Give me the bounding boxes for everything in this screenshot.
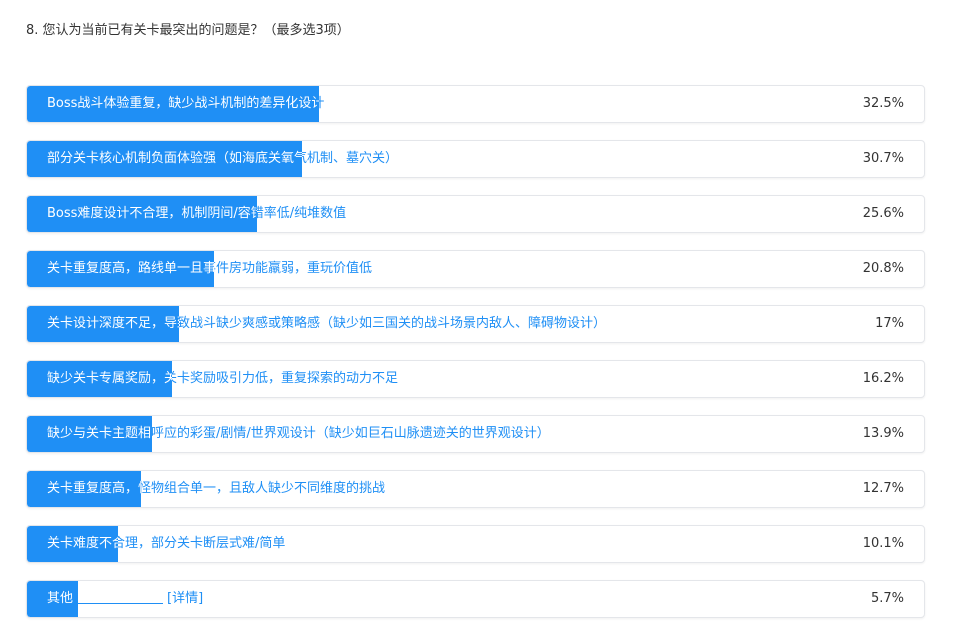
detail-link[interactable]: [详情] [167, 591, 203, 606]
question-title: 8. 您认为当前已有关卡最突出的问题是？（最多选3项） [26, 23, 350, 38]
option-label-overlay: 缺少关卡专属奖励，关卡奖励吸引力低，重复探索的动力不足 [47, 371, 172, 386]
result-row: 关卡难度不合理，部分关卡断层式难/简单关卡难度不合理，部分关卡断层式难/简单10… [26, 525, 925, 563]
option-label-overlay: 关卡重复度高，怪物组合单一，且敌人缺少不同维度的挑战 [47, 481, 141, 496]
percent-value: 5.7% [870, 591, 904, 606]
percent-value: 10.1% [862, 536, 904, 551]
result-row: Boss难度设计不合理，机制阴间/容错率低/纯堆数值 Boss难度设计不合理，机制… [26, 195, 925, 233]
other-text-blank [73, 589, 164, 604]
options-list: Boss战斗体验重复，缺少战斗机制的差异化设计 Boss战斗体验重复，缺少战斗机制… [26, 85, 925, 635]
option-label-overlay: 部分关卡核心机制负面体验强（如海底关氧气机制、墓穴关） [47, 151, 303, 166]
result-row: 关卡重复度高，路线单一且事件房功能羸弱，重玩价值低关卡重复度高，路线单一且事件房… [26, 250, 925, 288]
result-row: 缺少关卡专属奖励，关卡奖励吸引力低，重复探索的动力不足缺少关卡专属奖励，关卡奖励… [26, 360, 925, 398]
other-text-blank-overlay [73, 589, 79, 604]
percent-value: 30.7% [862, 151, 904, 166]
percent-value: 16.2% [862, 371, 904, 386]
percent-value: 32.5% [862, 96, 904, 111]
option-label-overlay: 关卡难度不合理，部分关卡断层式难/简单 [47, 536, 118, 551]
percent-value: 13.9% [862, 426, 904, 441]
percent-value: 25.6% [862, 206, 904, 221]
result-row: 关卡重复度高，怪物组合单一，且敌人缺少不同维度的挑战关卡重复度高，怪物组合单一，… [26, 470, 925, 508]
option-label-overlay: 关卡重复度高，路线单一且事件房功能羸弱，重玩价值低 [47, 261, 214, 276]
option-label-overlay: 缺少与关卡主题相呼应的彩蛋/剧情/世界观设计（缺少如巨石山脉遗迹关的世界观设计） [47, 426, 152, 441]
result-row: Boss战斗体验重复，缺少战斗机制的差异化设计 Boss战斗体验重复，缺少战斗机制… [26, 85, 925, 123]
option-label-overlay: Boss难度设计不合理，机制阴间/容错率低/纯堆数值 [47, 206, 257, 221]
result-row: 缺少与关卡主题相呼应的彩蛋/剧情/世界观设计（缺少如巨石山脉遗迹关的世界观设计）… [26, 415, 925, 453]
percent-value: 20.8% [862, 261, 904, 276]
option-label-overlay: Boss战斗体验重复，缺少战斗机制的差异化设计 [47, 96, 319, 111]
option-label-overlay: 关卡设计深度不足，导致战斗缺少爽感或策略感（缺少如三国关的战斗场景内敌人、障碍物… [47, 316, 179, 331]
percent-value: 17% [875, 316, 904, 331]
result-row: 部分关卡核心机制负面体验强（如海底关氧气机制、墓穴关） 部分关卡核心机制负面体验强… [26, 140, 925, 178]
result-row: 关卡设计深度不足，导致战斗缺少爽感或策略感（缺少如三国关的战斗场景内敌人、障碍物… [26, 305, 925, 343]
result-row: 其他[详情]其他[详情]5.7% [26, 580, 925, 618]
option-label-overlay: 其他 [47, 591, 74, 606]
percent-value: 12.7% [862, 481, 904, 496]
